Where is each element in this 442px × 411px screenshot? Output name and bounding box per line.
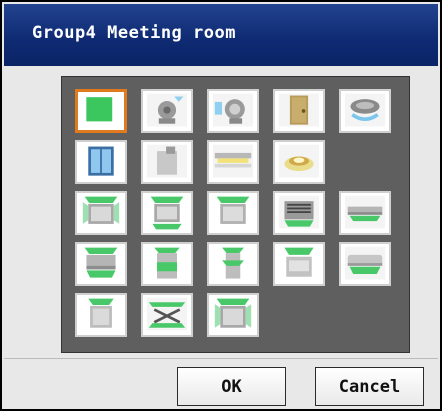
- icon-picker-dialog: Group4 Meeting room OK Cancel: [0, 0, 442, 411]
- box-unit-icon[interactable]: [141, 140, 193, 184]
- title-bar: Group4 Meeting room: [4, 4, 438, 66]
- icon-grid-panel: [61, 76, 410, 353]
- round-ceiling-light-icon[interactable]: [273, 140, 325, 184]
- blower-fan-icon[interactable]: [207, 89, 259, 133]
- ok-button[interactable]: OK: [177, 367, 286, 406]
- dialog-title: Group4 Meeting room: [32, 23, 236, 43]
- floor-concealed-icon[interactable]: [75, 293, 127, 337]
- solid-green-square-icon[interactable]: [75, 89, 127, 133]
- wall-slim-unit-icon[interactable]: [339, 191, 391, 235]
- duct-grille-icon[interactable]: [273, 191, 325, 235]
- wall-mounted-icon[interactable]: [339, 242, 391, 286]
- cassette-4way-small-icon[interactable]: [207, 293, 259, 337]
- cassette-4way-icon[interactable]: [75, 191, 127, 235]
- floor-tower-icon[interactable]: [207, 242, 259, 286]
- cassette-1way-icon[interactable]: [207, 191, 259, 235]
- fan-motor-icon[interactable]: [141, 89, 193, 133]
- ceiling-suspended-icon[interactable]: [75, 242, 127, 286]
- heat-exchanger-icon[interactable]: [141, 293, 193, 337]
- cancel-button[interactable]: Cancel: [315, 367, 424, 406]
- floor-console-icon[interactable]: [273, 242, 325, 286]
- ceiling-diffuser-icon[interactable]: [339, 89, 391, 133]
- footer-divider: [4, 358, 438, 359]
- fluorescent-light-icon[interactable]: [207, 140, 259, 184]
- door-icon[interactable]: [273, 89, 325, 133]
- cassette-2way-icon[interactable]: [141, 191, 193, 235]
- floor-standing-icon[interactable]: [141, 242, 193, 286]
- window-icon[interactable]: [75, 140, 127, 184]
